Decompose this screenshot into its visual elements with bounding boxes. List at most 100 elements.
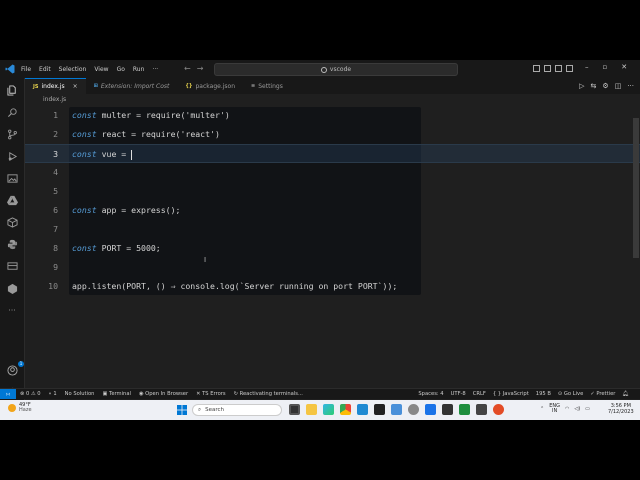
eol-status[interactable]: CRLF xyxy=(473,391,486,397)
code-line[interactable]: 5 xyxy=(25,182,640,201)
code-line[interactable]: 4 xyxy=(25,163,640,182)
terminal-status[interactable]: ▣ Terminal xyxy=(102,391,130,397)
reactivating-label: Reactivating terminals... xyxy=(239,391,303,397)
menu-view[interactable]: View xyxy=(94,66,108,73)
go-live-status[interactable]: ⊙ Go Live xyxy=(558,391,583,397)
language-status[interactable]: { } JavaScript xyxy=(493,391,529,397)
menu-more[interactable]: ··· xyxy=(152,66,158,73)
sidebar-toggle-icon[interactable] xyxy=(544,65,551,72)
window-controls: – ▫ ✕ xyxy=(585,63,627,71)
line-number: 7 xyxy=(53,224,58,234)
remote-explorer-icon[interactable] xyxy=(6,260,18,272)
vscode-taskbar-icon[interactable] xyxy=(357,404,368,415)
indentation-status[interactable]: Spaces: 4 xyxy=(418,391,443,397)
taskbar-search-placeholder: Search xyxy=(205,407,224,413)
code-line[interactable]: 1 const multer = require('multer') xyxy=(25,106,640,125)
python-icon[interactable] xyxy=(6,238,18,250)
back-arrow-icon[interactable]: ← xyxy=(184,64,197,73)
search-icon xyxy=(320,66,327,73)
tray-chevron-icon[interactable]: ⌃ xyxy=(540,406,544,412)
restore-icon[interactable]: ▫ xyxy=(603,63,608,71)
search-view-icon[interactable] xyxy=(6,106,18,118)
wifi-icon[interactable]: ◠ xyxy=(565,406,569,412)
layout-toggle-icon[interactable] xyxy=(533,65,540,72)
image-preview-icon[interactable] xyxy=(6,172,18,184)
compare-icon[interactable]: ⇆ xyxy=(591,82,597,90)
app-icon-dark[interactable] xyxy=(374,404,385,415)
app-icon-blue[interactable] xyxy=(391,404,402,415)
volume-icon[interactable]: ◁) xyxy=(574,406,580,412)
tab-package-json[interactable]: {} package.json xyxy=(177,78,243,94)
google-drive-icon[interactable] xyxy=(6,194,18,206)
task-view-icon[interactable] xyxy=(289,404,300,415)
tab-index-js[interactable]: JS index.js × xyxy=(25,78,86,94)
tab-extension-import-cost[interactable]: ⊞ Extension: Import Cost xyxy=(86,78,178,94)
close-tab-icon[interactable]: × xyxy=(73,83,78,90)
remote-indicator-icon[interactable]: ›‹ xyxy=(0,389,16,399)
file-explorer-icon[interactable] xyxy=(306,404,317,415)
terminal-taskbar-icon[interactable] xyxy=(442,404,453,415)
code-line[interactable]: 10 app.listen(PORT, () ⇒ console.log(`Ser… xyxy=(25,277,640,296)
tab-settings[interactable]: ≡ Settings xyxy=(243,78,291,94)
breadcrumb[interactable]: index.js xyxy=(43,96,66,103)
tab-label: Extension: Import Cost xyxy=(100,82,170,90)
source-control-icon[interactable] xyxy=(6,128,18,140)
close-icon[interactable]: ✕ xyxy=(621,63,627,71)
run-file-icon[interactable]: ▷ xyxy=(579,82,584,90)
battery-icon[interactable]: ▭ xyxy=(585,406,590,412)
code-line[interactable]: 6 const app = express(); xyxy=(25,201,640,220)
debug-icon[interactable]: ⚙ xyxy=(602,82,608,90)
more-views-icon[interactable]: ··· xyxy=(6,304,18,316)
code-token: PORT = 5000; xyxy=(96,243,161,253)
secondary-sidebar-toggle-icon[interactable] xyxy=(566,65,573,72)
code-line[interactable]: 2 const react = require('react') xyxy=(25,125,640,144)
run-debug-icon[interactable] xyxy=(6,150,18,162)
app-icon-gray[interactable] xyxy=(476,404,487,415)
open-in-browser-status[interactable]: ◉ Open In Browser xyxy=(139,391,188,397)
docker-icon[interactable] xyxy=(6,282,18,294)
windows-start-icon[interactable] xyxy=(177,405,187,415)
reactivating-status: ↻ Reactivating terminals... xyxy=(233,391,303,397)
app-icon-screen[interactable] xyxy=(425,404,436,415)
menu-file[interactable]: File xyxy=(21,66,31,73)
weather-widget[interactable]: 49°F Haze xyxy=(8,403,32,413)
nav-arrows[interactable]: ←→ xyxy=(184,64,209,73)
explorer-icon[interactable] xyxy=(6,84,18,96)
clock-date: 7/12/2023 xyxy=(608,409,634,415)
encoding-status[interactable]: UTF-8 xyxy=(451,391,466,397)
taskbar-search-box[interactable]: ⌕ Search xyxy=(192,404,282,416)
language-label: JavaScript xyxy=(502,391,529,397)
solution-status[interactable]: No Solution xyxy=(65,391,95,397)
split-editor-icon[interactable]: ◫ xyxy=(615,82,622,90)
code-line[interactable]: 7 xyxy=(25,220,640,239)
extensions-cube-icon[interactable] xyxy=(6,216,18,228)
ts-errors-status[interactable]: ✕ TS Errors xyxy=(196,391,225,397)
edge-browser-icon[interactable] xyxy=(323,404,334,415)
menu-edit[interactable]: Edit xyxy=(39,66,51,73)
more-actions-icon[interactable]: ··· xyxy=(627,82,634,90)
command-center-search[interactable]: vscode xyxy=(214,63,458,76)
code-editor[interactable]: 1 const multer = require('multer') 2 const … xyxy=(25,106,640,404)
language-indicator[interactable]: ENG IN xyxy=(549,404,560,414)
code-line[interactable]: 9 xyxy=(25,258,640,277)
minimize-icon[interactable]: – xyxy=(585,63,589,71)
problems-status[interactable]: ⊗ 0 ⚠ 0 xyxy=(20,391,41,397)
scrollbar-thumb[interactable] xyxy=(633,118,639,258)
ports-status[interactable]: ⑂ 1 xyxy=(49,391,57,397)
prettier-status[interactable]: ✓ Prettier xyxy=(590,391,615,397)
settings-taskbar-icon[interactable] xyxy=(408,404,419,415)
chrome-icon[interactable] xyxy=(340,404,351,415)
code-line[interactable]: 3 const vue = xyxy=(25,144,640,163)
taskbar-clock[interactable]: 3:56 PM 7/12/2023 xyxy=(608,403,634,415)
menu-run[interactable]: Run xyxy=(133,66,145,73)
panel-toggle-icon[interactable] xyxy=(555,65,562,72)
code-line[interactable]: 8 const PORT = 5000; xyxy=(25,239,640,258)
menu-selection[interactable]: Selection xyxy=(59,66,87,73)
notifications-bell-icon[interactable]: 🔔︎ xyxy=(622,391,629,397)
accounts-icon[interactable]: 1 xyxy=(6,361,24,376)
app-icon-red[interactable] xyxy=(493,404,504,415)
menu-go[interactable]: Go xyxy=(117,66,125,73)
code-token: vue = xyxy=(96,149,132,159)
spreadsheet-icon[interactable] xyxy=(459,404,470,415)
forward-arrow-icon[interactable]: → xyxy=(197,64,210,73)
